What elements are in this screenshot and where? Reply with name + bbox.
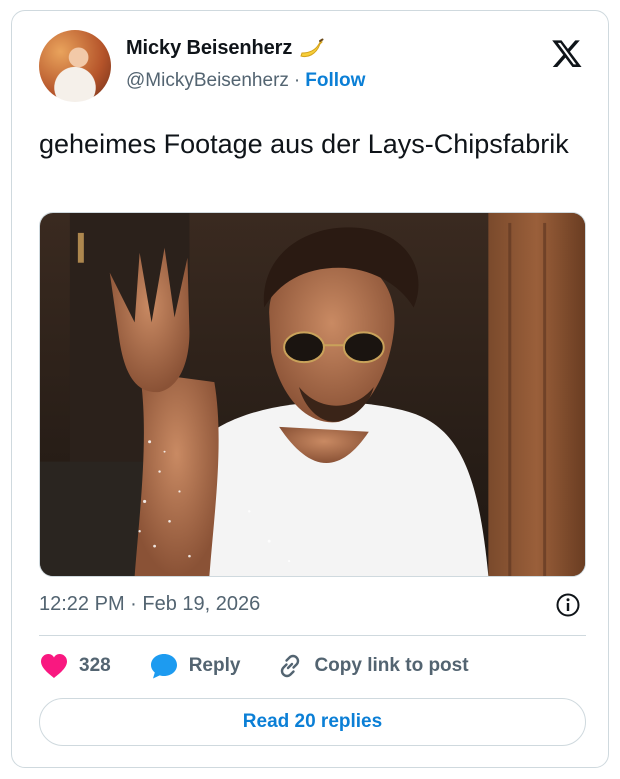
- separator-dot: ·: [293, 70, 301, 91]
- info-icon[interactable]: [555, 592, 581, 618]
- read-replies-button[interactable]: Read 20 replies: [39, 698, 586, 746]
- author-handle-row: @MickyBeisenherz · Follow: [126, 70, 365, 92]
- tweet-timestamp[interactable]: 12:22 PM · Feb 19, 2026: [39, 593, 260, 616]
- heart-icon: [41, 654, 67, 678]
- author-name[interactable]: Micky Beisenherz: [126, 37, 292, 60]
- tweet-actions: 328 Reply Copy link to post: [39, 651, 469, 681]
- banana-icon: [298, 38, 324, 60]
- speech-bubble-icon: [150, 654, 177, 679]
- like-count: 328: [79, 655, 111, 676]
- author-name-row: Micky Beisenherz: [126, 37, 324, 60]
- copy-link-button[interactable]: Copy link to post: [276, 652, 469, 680]
- x-logo-icon[interactable]: [550, 37, 584, 69]
- author-handle[interactable]: @MickyBeisenherz: [126, 70, 289, 92]
- author-avatar[interactable]: [39, 30, 111, 102]
- reply-label: Reply: [188, 655, 241, 676]
- tweet-media-image[interactable]: [39, 212, 586, 577]
- copy-link-label: Copy link to post: [314, 655, 469, 676]
- link-icon: [281, 654, 300, 678]
- follow-button[interactable]: Follow: [305, 70, 365, 92]
- reply-button[interactable]: Reply: [149, 652, 241, 680]
- divider: [39, 635, 586, 636]
- tweet-text: geheimes Footage aus der Lays-Chipsfabri…: [39, 129, 569, 159]
- like-button[interactable]: 328: [39, 652, 111, 680]
- tweet-card: Micky Beisenherz @MickyBeisenherz · Foll…: [11, 10, 609, 768]
